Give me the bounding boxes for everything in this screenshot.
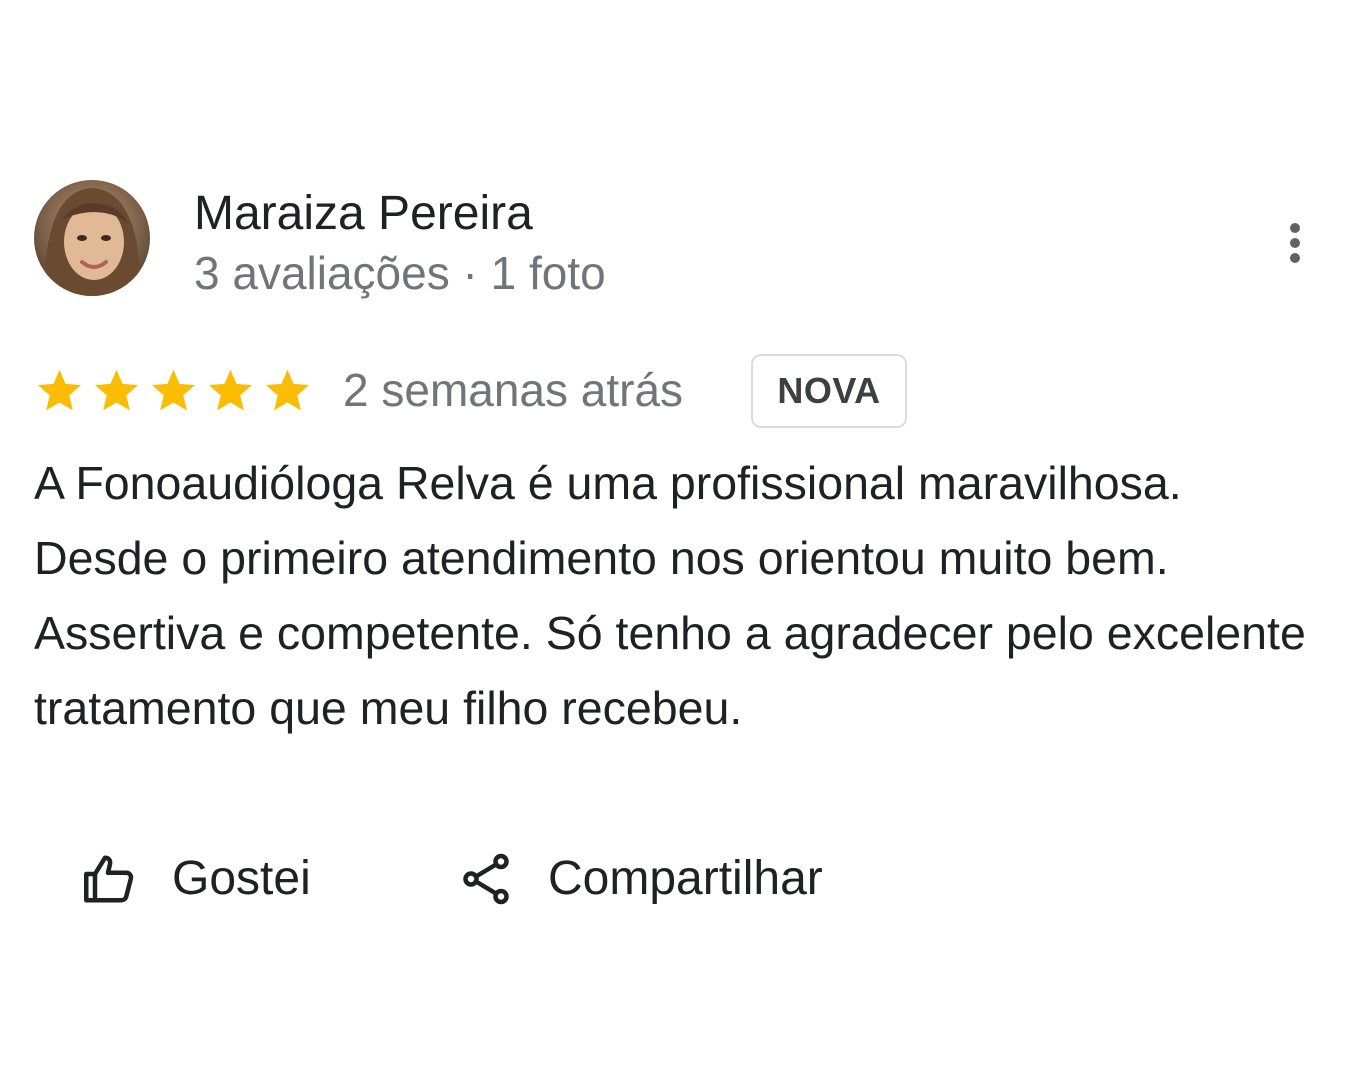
more-vert-icon-dot — [1290, 238, 1300, 248]
more-options-button[interactable] — [1272, 212, 1318, 274]
thumb-up-icon — [84, 855, 134, 903]
star-icon — [95, 369, 138, 411]
review-card: Maraiza Pereira 3 avaliações · 1 foto 2 … — [0, 0, 1350, 1080]
star-icon — [209, 369, 252, 411]
avatar-photo-icon — [34, 180, 150, 296]
star-icon — [266, 369, 309, 411]
star-rating — [34, 366, 313, 416]
share-label: Compartilhar — [548, 852, 823, 905]
new-badge: NOVA — [751, 354, 907, 428]
more-vert-icon-dot — [1290, 253, 1300, 263]
review-text: A Fonoaudióloga Relva é uma profissional… — [34, 457, 1306, 734]
share-icon — [463, 853, 509, 905]
like-button[interactable]: Gostei — [80, 846, 311, 912]
review-date: 2 semanas atrás — [343, 364, 684, 416]
star-icon — [152, 369, 195, 411]
author-name[interactable]: Maraiza Pereira — [194, 186, 533, 242]
author-avatar[interactable] — [34, 180, 150, 296]
like-label: Gostei — [172, 852, 311, 905]
author-meta: 3 avaliações · 1 foto — [194, 247, 606, 299]
star-icon — [38, 369, 81, 411]
share-button[interactable]: Compartilhar — [456, 846, 823, 912]
more-vert-icon — [1290, 223, 1300, 233]
